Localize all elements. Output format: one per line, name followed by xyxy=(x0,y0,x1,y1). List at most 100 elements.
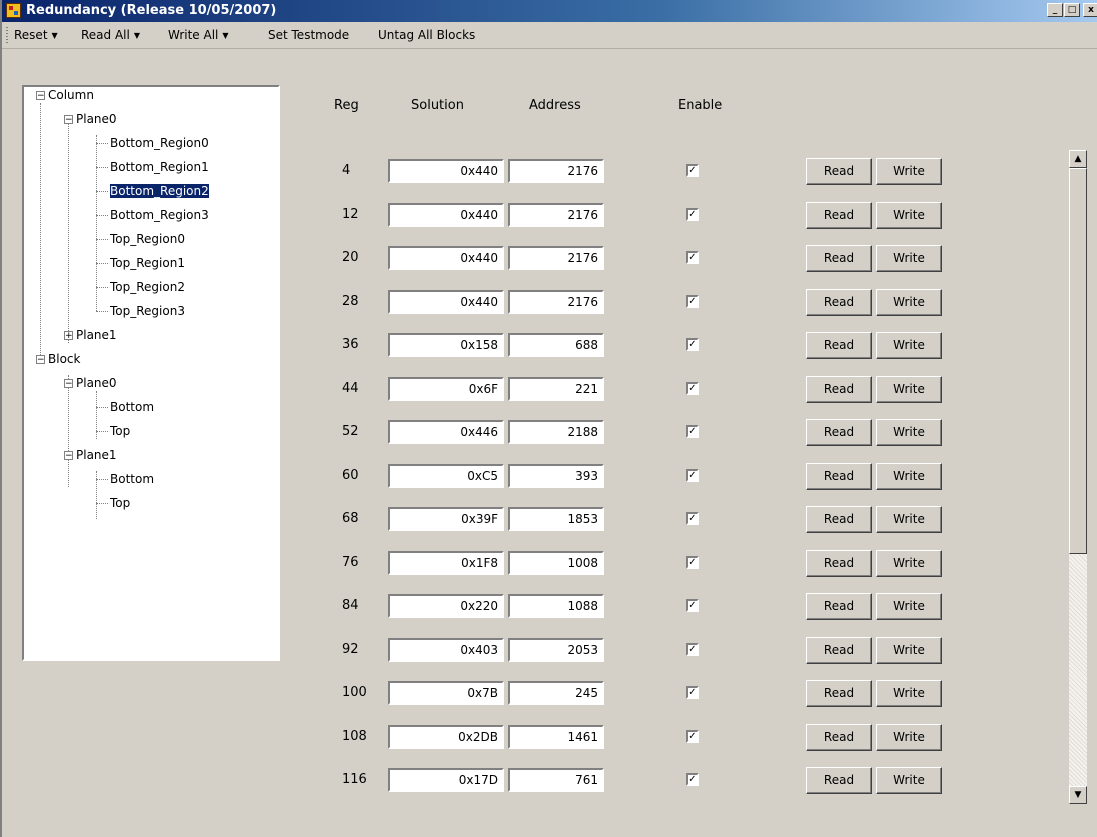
solution-field[interactable]: 0x440 xyxy=(388,246,504,270)
tree-node-top-region3[interactable]: Top_Region3 xyxy=(110,303,185,319)
address-field[interactable]: 2176 xyxy=(508,289,604,314)
minimize-button[interactable]: _ xyxy=(1047,3,1063,17)
scroll-thumb[interactable] xyxy=(1069,168,1087,554)
write-button[interactable]: Write xyxy=(876,593,942,620)
address-field[interactable]: 2176 xyxy=(508,202,604,227)
write-button[interactable]: Write xyxy=(876,201,942,229)
address-field[interactable]: 688 xyxy=(508,333,604,357)
menu-read-all[interactable]: Read All ▼ xyxy=(81,28,140,42)
solution-field[interactable]: 0x158 xyxy=(388,333,504,357)
enable-checkbox[interactable]: ✓ xyxy=(686,294,699,308)
write-button[interactable]: Write xyxy=(876,332,942,359)
solution-field[interactable]: 0x440 xyxy=(388,159,504,183)
tree-node-bottom-region3[interactable]: Bottom_Region3 xyxy=(110,207,209,223)
maximize-button[interactable]: □ xyxy=(1064,3,1080,17)
solution-field[interactable]: 0x6F xyxy=(388,376,504,401)
enable-checkbox[interactable]: ✓ xyxy=(686,599,699,612)
close-button[interactable]: x xyxy=(1083,3,1097,17)
address-field[interactable]: 2188 xyxy=(508,420,604,444)
solution-field[interactable]: 0x2DB xyxy=(388,724,504,749)
solution-field[interactable]: 0x39F xyxy=(388,507,504,531)
tree-node-block-plane0[interactable]: Plane0 xyxy=(76,375,117,391)
menu-untag-all-blocks[interactable]: Untag All Blocks xyxy=(378,28,475,42)
collapse-icon[interactable]: − xyxy=(36,355,45,365)
solution-field[interactable]: 0x440 xyxy=(388,289,504,314)
enable-checkbox[interactable]: ✓ xyxy=(686,512,699,525)
scroll-up-button[interactable]: ▲ xyxy=(1069,150,1087,168)
address-field[interactable]: 221 xyxy=(508,376,604,401)
vertical-scrollbar[interactable]: ▲ ▼ xyxy=(1069,150,1087,804)
toolbar-grip[interactable] xyxy=(6,27,8,43)
tree-node-column-plane0[interactable]: Plane0 xyxy=(76,111,117,127)
tree-node-block-plane0-bottom[interactable]: Bottom xyxy=(110,399,154,415)
solution-field[interactable]: 0x403 xyxy=(388,637,504,662)
address-field[interactable]: 245 xyxy=(508,681,604,705)
tree-node-block-plane1[interactable]: Plane1 xyxy=(76,447,117,463)
enable-checkbox[interactable]: ✓ xyxy=(686,164,699,177)
enable-checkbox[interactable]: ✓ xyxy=(686,251,699,264)
read-button[interactable]: Read xyxy=(806,593,872,620)
solution-field[interactable]: 0x440 xyxy=(388,202,504,227)
address-field[interactable]: 393 xyxy=(508,463,604,488)
write-button[interactable]: Write xyxy=(876,636,942,664)
read-button[interactable]: Read xyxy=(806,636,872,664)
solution-field[interactable]: 0x220 xyxy=(388,594,504,618)
address-field[interactable]: 761 xyxy=(508,768,604,792)
address-field[interactable]: 1461 xyxy=(508,724,604,749)
solution-field[interactable]: 0x446 xyxy=(388,420,504,444)
write-button[interactable]: Write xyxy=(876,506,942,533)
write-button[interactable]: Write xyxy=(876,462,942,490)
tree-node-top-region1[interactable]: Top_Region1 xyxy=(110,255,185,271)
read-button[interactable]: Read xyxy=(806,375,872,403)
address-field[interactable]: 2176 xyxy=(508,246,604,270)
region-tree[interactable]: − − + − − − Column Plane0 Bottom_Region0… xyxy=(22,85,280,661)
scroll-down-button[interactable]: ▼ xyxy=(1069,786,1087,804)
write-button[interactable]: Write xyxy=(876,245,942,272)
tree-node-column-plane1[interactable]: Plane1 xyxy=(76,327,117,343)
address-field[interactable]: 1008 xyxy=(508,550,604,575)
solution-field[interactable]: 0xC5 xyxy=(388,463,504,488)
tree-node-top-region2[interactable]: Top_Region2 xyxy=(110,279,185,295)
tree-node-bottom-region0[interactable]: Bottom_Region0 xyxy=(110,135,209,151)
title-bar[interactable]: Redundancy (Release 10/05/2007) _ □ x xyxy=(2,0,1097,22)
write-button[interactable]: Write xyxy=(876,419,942,446)
app-icon[interactable] xyxy=(6,3,21,18)
tree-node-block[interactable]: Block xyxy=(48,351,80,367)
read-button[interactable]: Read xyxy=(806,723,872,751)
enable-checkbox[interactable]: ✓ xyxy=(686,468,699,482)
tree-node-bottom-region2[interactable]: Bottom_Region2 xyxy=(109,183,210,199)
write-button[interactable]: Write xyxy=(876,375,942,403)
enable-checkbox[interactable]: ✓ xyxy=(686,686,699,699)
tree-node-top-region0[interactable]: Top_Region0 xyxy=(110,231,185,247)
tree-node-bottom-region1[interactable]: Bottom_Region1 xyxy=(110,159,209,175)
solution-field[interactable]: 0x1F8 xyxy=(388,550,504,575)
tree-node-block-plane1-bottom[interactable]: Bottom xyxy=(110,471,154,487)
read-button[interactable]: Read xyxy=(806,506,872,533)
address-field[interactable]: 2053 xyxy=(508,637,604,662)
enable-checkbox[interactable]: ✓ xyxy=(686,642,699,656)
collapse-icon[interactable]: − xyxy=(64,451,73,461)
menu-write-all[interactable]: Write All ▼ xyxy=(168,28,229,42)
read-button[interactable]: Read xyxy=(806,201,872,229)
menu-reset[interactable]: Reset ▼ xyxy=(14,28,58,42)
enable-checkbox[interactable]: ✓ xyxy=(686,555,699,569)
read-button[interactable]: Read xyxy=(806,332,872,359)
write-button[interactable]: Write xyxy=(876,680,942,707)
read-button[interactable]: Read xyxy=(806,288,872,316)
enable-checkbox[interactable]: ✓ xyxy=(686,381,699,395)
enable-checkbox[interactable]: ✓ xyxy=(686,338,699,351)
menu-set-testmode[interactable]: Set Testmode xyxy=(268,28,349,42)
address-field[interactable]: 2176 xyxy=(508,159,604,183)
collapse-icon[interactable]: − xyxy=(64,115,73,125)
write-button[interactable]: Write xyxy=(876,767,942,794)
expand-icon[interactable]: + xyxy=(64,331,73,341)
enable-checkbox[interactable]: ✓ xyxy=(686,773,699,786)
write-button[interactable]: Write xyxy=(876,158,942,185)
read-button[interactable]: Read xyxy=(806,419,872,446)
write-button[interactable]: Write xyxy=(876,723,942,751)
read-button[interactable]: Read xyxy=(806,245,872,272)
collapse-icon[interactable]: − xyxy=(64,379,73,389)
read-button[interactable]: Read xyxy=(806,767,872,794)
read-button[interactable]: Read xyxy=(806,680,872,707)
read-button[interactable]: Read xyxy=(806,549,872,577)
